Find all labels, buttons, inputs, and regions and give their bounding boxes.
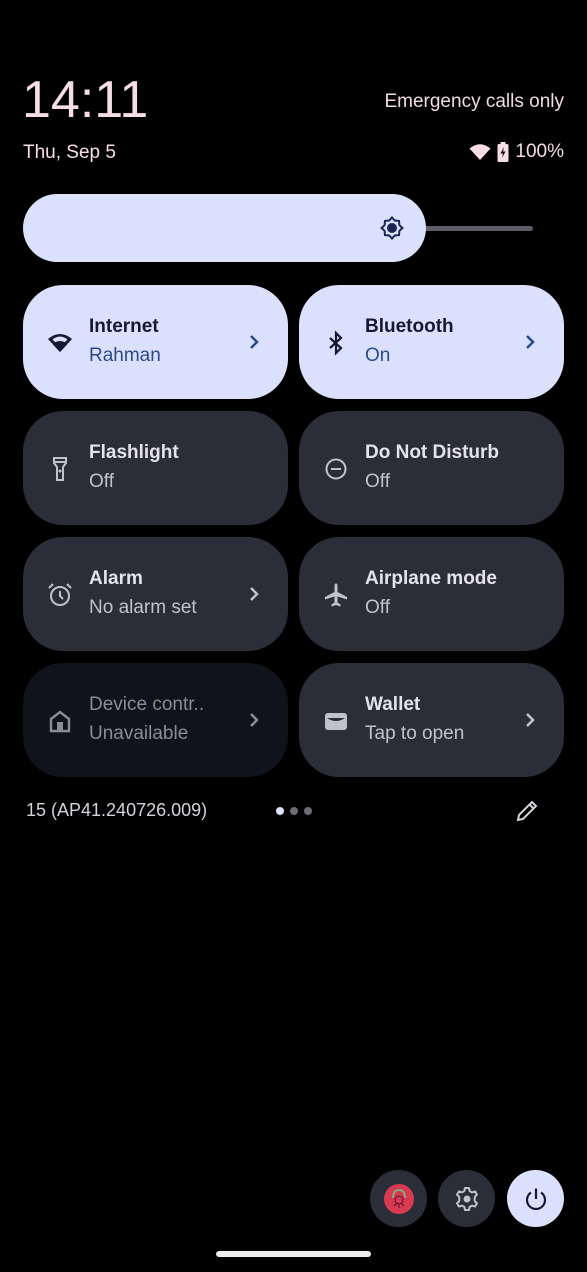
chevron-right-icon xyxy=(250,713,259,727)
build-number[interactable]: 15 (AP41.240726.009) xyxy=(26,800,207,821)
tile-status: On xyxy=(365,345,391,366)
quick-settings-tiles: Internet Rahman Bluetooth On Flashlight Off… xyxy=(23,285,564,777)
tile-status: Rahman xyxy=(89,345,161,366)
status-icons: 100% xyxy=(469,141,564,163)
tile-do-not-disturb[interactable]: Do Not Disturb Off xyxy=(299,411,564,525)
wifi-icon xyxy=(48,334,72,352)
date[interactable]: Thu, Sep 5 xyxy=(23,142,116,164)
wifi-icon xyxy=(469,144,491,160)
tile-label: Internet xyxy=(89,316,159,337)
tile-label: Bluetooth xyxy=(365,316,454,337)
pencil-icon[interactable] xyxy=(514,798,540,824)
brightness-icon xyxy=(380,216,404,240)
brightness-fill[interactable] xyxy=(23,194,426,262)
qs-footer: 15 (AP41.240726.009) xyxy=(26,798,546,824)
chevron-right-icon xyxy=(250,587,259,601)
flashlight-icon xyxy=(53,457,67,481)
chevron-right-icon xyxy=(526,335,535,349)
page-indicator xyxy=(276,807,312,815)
tile-label: Alarm xyxy=(89,568,143,589)
tile-status: Off xyxy=(365,471,390,492)
alarm-icon xyxy=(48,583,72,606)
chevron-right-icon xyxy=(526,713,535,727)
page-dot xyxy=(290,807,298,815)
settings-button[interactable] xyxy=(438,1170,495,1227)
tile-status: Unavailable xyxy=(89,723,189,744)
tile-label: Do Not Disturb xyxy=(365,442,500,463)
chevron-right-icon xyxy=(250,335,259,349)
clock[interactable]: 14:11 xyxy=(22,70,148,130)
brightness-slider[interactable] xyxy=(23,194,533,262)
tile-airplane-mode[interactable]: Airplane mode Off xyxy=(299,537,564,651)
tile-status: Off xyxy=(365,597,390,618)
tile-alarm[interactable]: Alarm No alarm set xyxy=(23,537,288,651)
tile-label: Device contr.. xyxy=(89,694,205,715)
gesture-nav-handle[interactable] xyxy=(216,1251,371,1257)
tile-device-controls[interactable]: Device contr.. Unavailable xyxy=(23,663,288,777)
tile-label: Flashlight xyxy=(89,442,179,463)
user-switcher-button[interactable] xyxy=(370,1170,427,1227)
wallet-icon xyxy=(325,713,347,730)
do-not-disturb-icon xyxy=(325,458,347,480)
tile-status: Tap to open xyxy=(365,723,465,744)
tile-label: Airplane mode xyxy=(365,568,497,589)
avatar-icon xyxy=(383,1183,414,1214)
tile-internet[interactable]: Internet Rahman xyxy=(23,285,288,399)
gear-icon xyxy=(455,1186,478,1211)
tile-flashlight[interactable]: Flashlight Off xyxy=(23,411,288,525)
carrier-text: Emergency calls only xyxy=(384,91,564,112)
airplane-icon xyxy=(325,583,347,607)
page-dot-active xyxy=(276,807,284,815)
power-button[interactable] xyxy=(507,1170,564,1227)
tile-label: Wallet xyxy=(365,694,421,715)
tile-status: Off xyxy=(89,471,114,492)
home-icon xyxy=(49,710,71,733)
battery-charging-icon xyxy=(497,142,509,162)
page-dot xyxy=(304,807,312,815)
battery-percent: 100% xyxy=(515,141,564,162)
tile-status: No alarm set xyxy=(89,597,197,618)
power-icon xyxy=(525,1188,546,1210)
tile-bluetooth[interactable]: Bluetooth On xyxy=(299,285,564,399)
bluetooth-icon xyxy=(329,330,343,356)
tile-wallet[interactable]: Wallet Tap to open xyxy=(299,663,564,777)
